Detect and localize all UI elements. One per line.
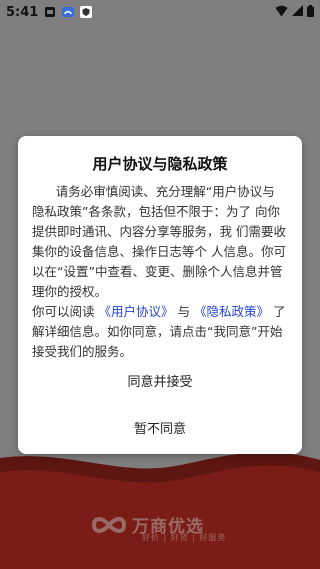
p2-prefix: 你可以阅读 bbox=[32, 304, 95, 319]
brand-logo-icon bbox=[92, 516, 126, 533]
chat-icon bbox=[62, 7, 75, 17]
app-notification-icon bbox=[45, 7, 56, 17]
user-agreement-link[interactable]: 《用户协议》 bbox=[99, 304, 174, 319]
shield-icon bbox=[80, 6, 93, 18]
dialog-paragraph-2: 你可以阅读 《用户协议》 与 《隐私政策》 了解详细信息。如你同意，请点击“我同… bbox=[32, 302, 290, 362]
signal-icon bbox=[292, 5, 303, 16]
wifi-icon bbox=[275, 5, 288, 17]
privacy-dialog: 用户协议与隐私政策 请务必审慎阅读、充分理解“用户协议与 隐私政策”各条款，包括… bbox=[18, 136, 302, 454]
agree-button[interactable]: 同意并接受 bbox=[18, 371, 302, 390]
disagree-button[interactable]: 暂不同意 bbox=[18, 418, 302, 437]
status-time: 5:41 bbox=[6, 4, 39, 20]
battery-icon bbox=[307, 5, 314, 17]
dialog-title: 用户协议与隐私政策 bbox=[92, 155, 228, 173]
p2-and: 与 bbox=[177, 304, 191, 319]
privacy-policy-link[interactable]: 《隐私政策》 bbox=[194, 304, 269, 319]
status-right-icons bbox=[275, 5, 314, 17]
status-bar: 5:41 bbox=[0, 0, 320, 24]
brand-tagline: 好价 | 好货 | 好服务 bbox=[142, 533, 227, 542]
dialog-paragraph-1: 请务必审慎阅读、充分理解“用户协议与 隐私政策”各条款，包括但不限于：为了 向你… bbox=[32, 184, 286, 299]
brand-logo: 万商优选 好价 | 好货 | 好服务 bbox=[92, 512, 226, 542]
dialog-content: 请务必审慎阅读、充分理解“用户协议与 隐私政策”各条款，包括但不限于：为了 向你… bbox=[32, 182, 290, 362]
